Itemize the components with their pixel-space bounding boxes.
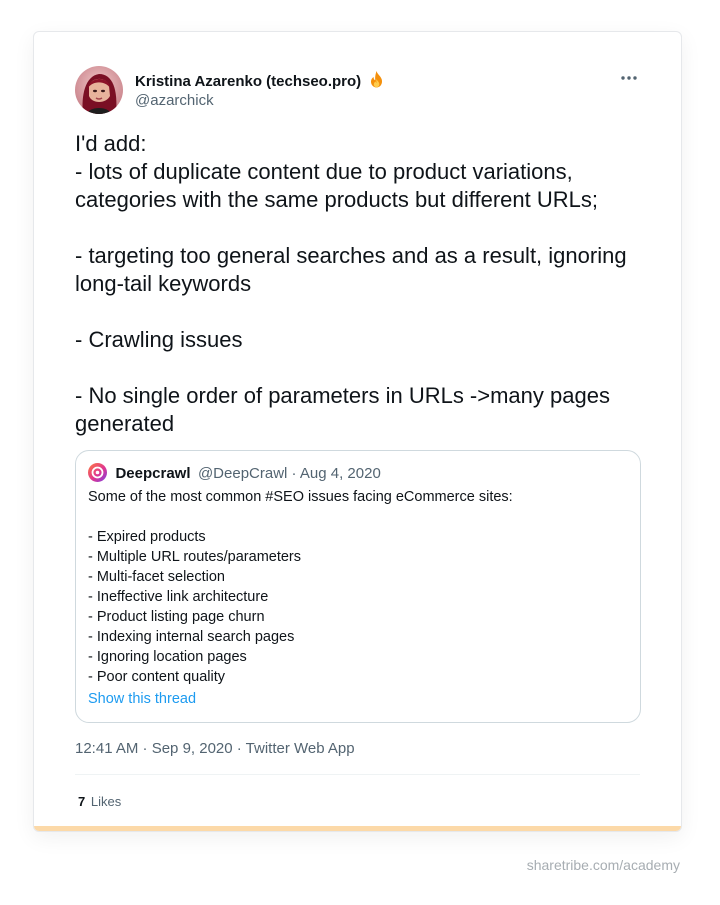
deepcrawl-logo-icon bbox=[88, 463, 107, 482]
likes-label: Likes bbox=[90, 794, 122, 809]
tweet-card: Kristina Azarenko (techseo.pro) @azarchi… bbox=[33, 31, 682, 832]
author-name-text: Kristina Azarenko (techseo.pro) bbox=[135, 73, 362, 90]
show-thread-link[interactable]: Show this thread bbox=[88, 691, 196, 707]
tweet-text: I'd add: - lots of duplicate content due… bbox=[75, 131, 627, 436]
quoted-author-meta: @DeepCrawl · Aug 4, 2020 bbox=[197, 465, 381, 482]
likes-number: 7 bbox=[78, 794, 86, 809]
fire-emoji-icon bbox=[368, 70, 385, 92]
card-accent-bar bbox=[34, 826, 681, 831]
watermark: sharetribe.com/academy bbox=[526, 857, 680, 873]
quoted-tweet[interactable]: Deepcrawl @DeepCrawl · Aug 4, 2020 Some … bbox=[75, 450, 641, 723]
likes-count[interactable]: 7 Likes bbox=[78, 794, 121, 809]
more-options-icon[interactable] bbox=[618, 70, 640, 86]
quoted-tweet-header: Deepcrawl @DeepCrawl · Aug 4, 2020 bbox=[88, 463, 381, 483]
tweet-header: Kristina Azarenko (techseo.pro) @azarchi… bbox=[75, 66, 640, 114]
author-name[interactable]: Kristina Azarenko (techseo.pro) bbox=[135, 70, 385, 92]
tweet-timestamp[interactable]: 12:41 AM · Sep 9, 2020 · Twitter Web App bbox=[75, 740, 355, 757]
divider bbox=[75, 774, 640, 775]
author-handle[interactable]: @azarchick bbox=[135, 92, 214, 109]
quoted-tweet-text: Some of the most common #SEO issues faci… bbox=[88, 489, 513, 685]
quoted-author-name: Deepcrawl bbox=[115, 465, 191, 482]
avatar[interactable] bbox=[75, 66, 123, 114]
